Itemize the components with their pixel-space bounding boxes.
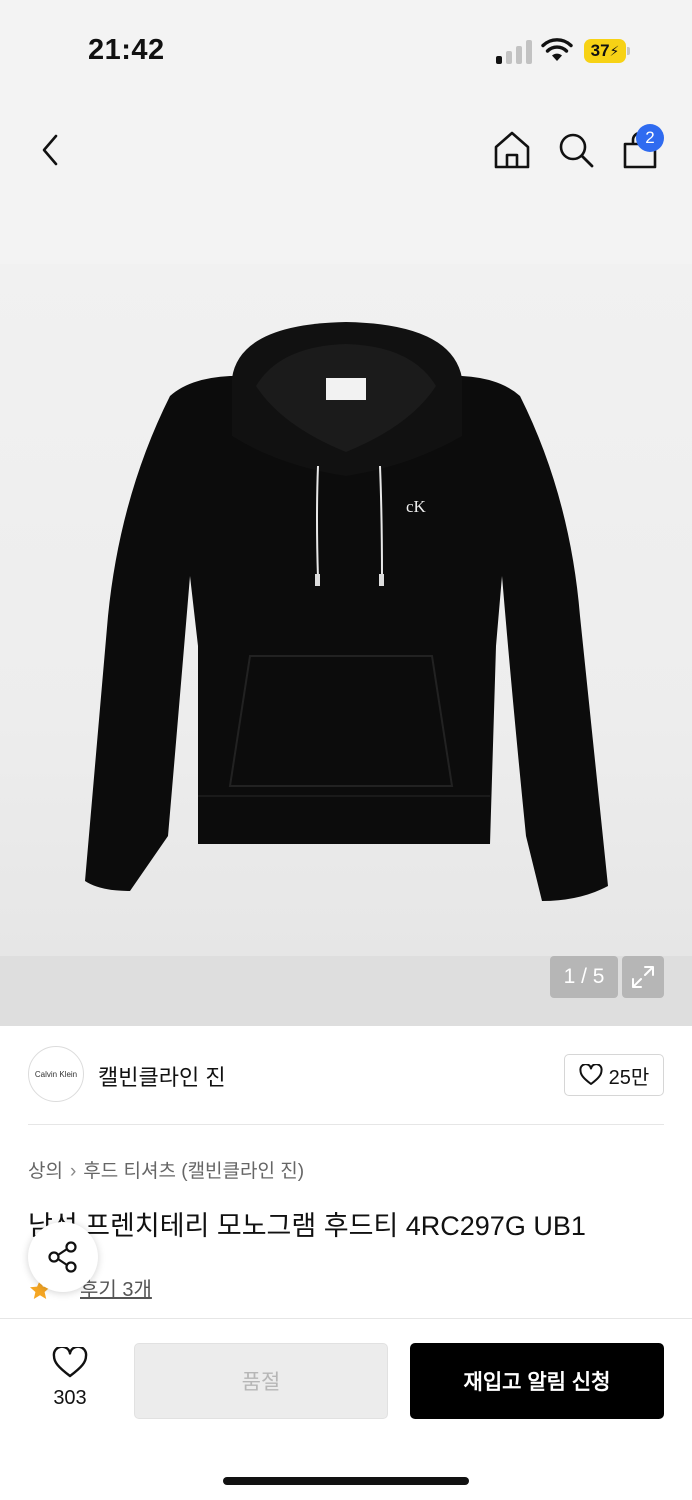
status-time: 21:42 [88,34,165,66]
wifi-icon [541,38,573,61]
status-bar: 21:42 37 ⚡ [0,0,692,100]
cart-count-badge: 2 [636,124,664,152]
brand-like-count: 25만 [608,1066,650,1089]
divider [28,1124,664,1125]
brand-logo[interactable]: Calvin Klein [28,1046,84,1102]
share-button[interactable] [28,1222,98,1292]
breadcrumb: 상의 › 후드 티셔츠 (캘빈클라인 진) [28,1156,304,1183]
battery-level: 37 ⚡ [584,39,626,63]
brand-like-button[interactable]: 25만 [564,1054,664,1096]
share-icon [48,1241,77,1273]
chevron-right-icon: › [69,1161,77,1182]
breadcrumb-item[interactable]: 상의 [28,1161,63,1182]
breadcrumb-item[interactable]: 후드 티셔츠 (캘빈클라인 진) [83,1161,304,1182]
wishlist-button[interactable]: 303 [40,1347,100,1413]
svg-text:cK: cK [406,497,427,516]
battery-icon: 37 ⚡ [584,39,630,63]
expand-icon [632,966,654,988]
wishlist-count: 303 [53,1387,87,1409]
heart-icon [579,1064,603,1085]
product-image-gallery[interactable]: cK 1 / 5 [0,264,692,1026]
product-title: 남성 프렌치테리 모노그램 후드티 4RC297G UB1 [28,1211,586,1241]
top-nav [0,100,692,264]
heart-icon [52,1347,88,1378]
home-indicator [223,1477,469,1485]
signal-icon [496,40,532,64]
product-image: cK [85,322,608,901]
home-icon[interactable] [492,130,532,170]
sold-out-button: 품절 [134,1343,388,1419]
restock-alert-button[interactable]: 재입고 알림 신청 [410,1343,664,1419]
bottom-action-bar: 303 품절 재입고 알림 신청 [0,1318,692,1500]
chevron-left-icon[interactable] [34,130,66,170]
expand-button[interactable] [622,956,664,998]
search-icon[interactable] [556,130,596,170]
brand-name[interactable]: 캘빈클라인 진 [98,1060,226,1092]
image-counter: 1 / 5 [550,956,618,998]
brand-row[interactable]: Calvin Klein 캘빈클라인 진 25만 [28,1046,664,1106]
